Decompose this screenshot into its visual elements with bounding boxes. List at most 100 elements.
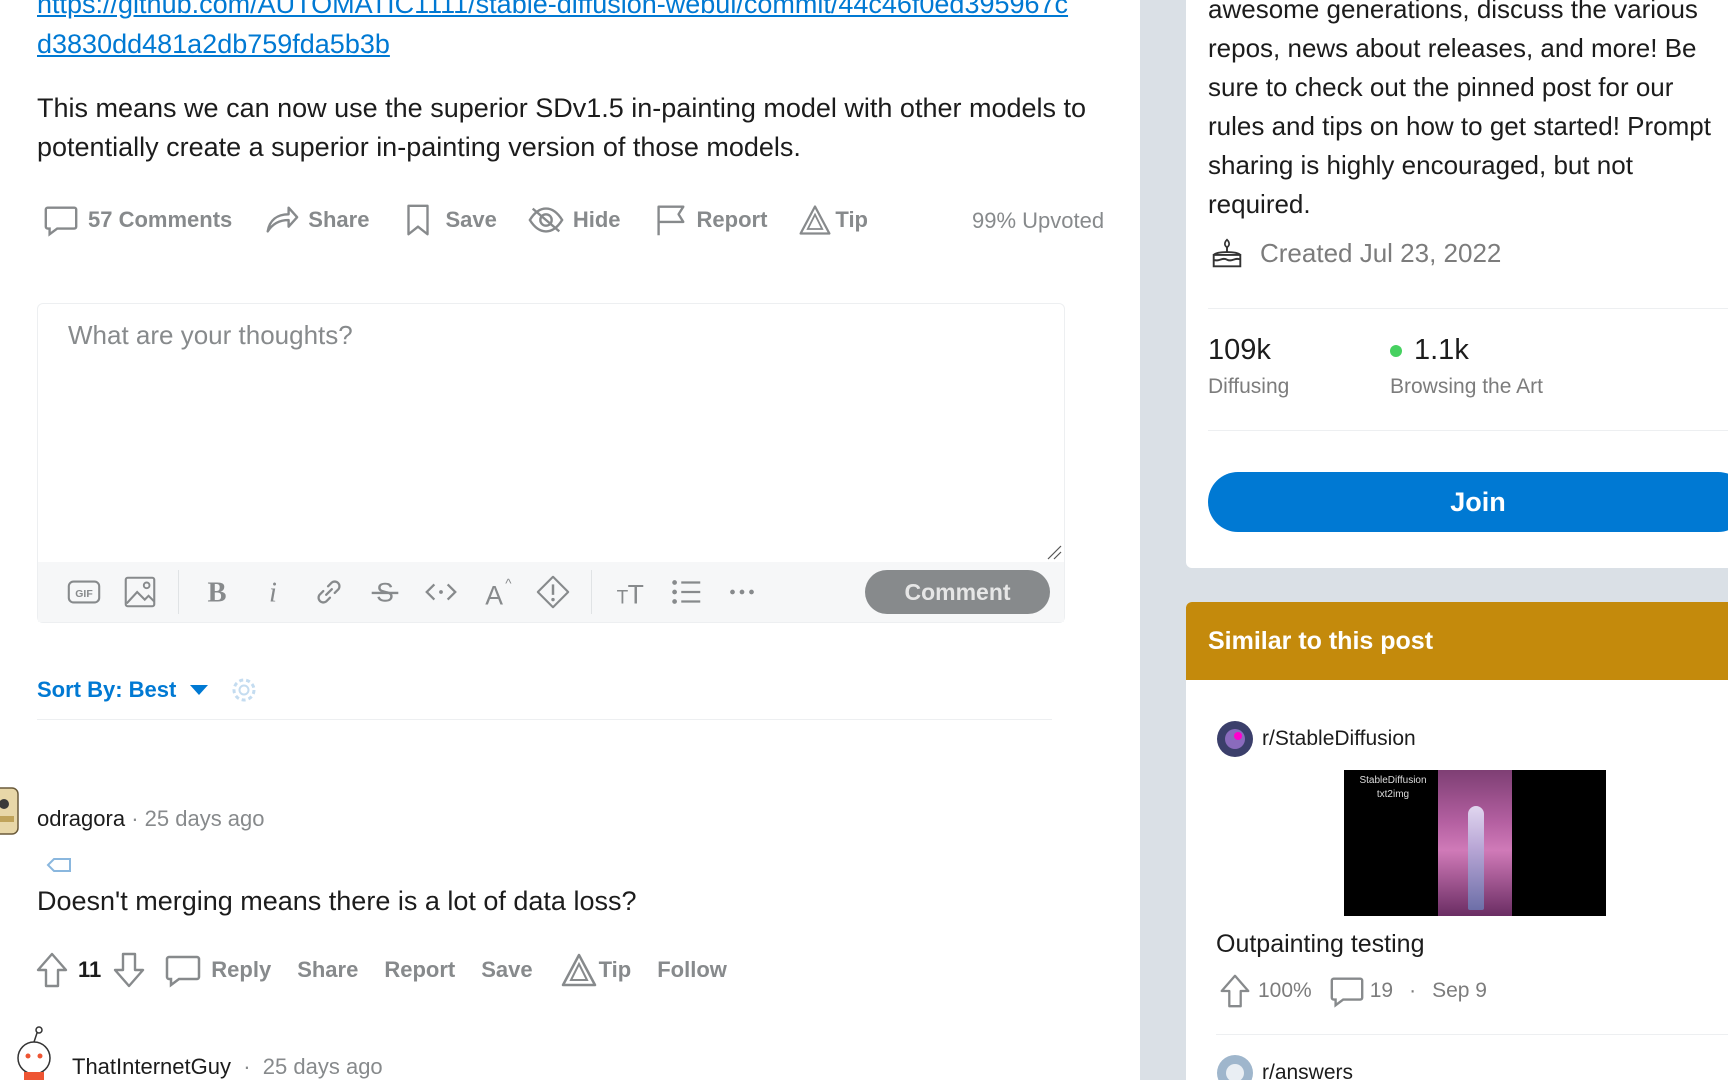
comments-button[interactable]: 57 Comments [42,201,232,239]
report-button[interactable]: Report [651,201,768,239]
spoiler-alert-icon [536,575,570,609]
hide-label: Hide [572,207,621,232]
tip-triangle-icon [799,205,831,235]
upvote-arrow-icon [1220,974,1250,1008]
link-button[interactable] [301,564,357,620]
snoo-avatar[interactable] [6,1024,62,1080]
comment-submit-button[interactable]: Comment [865,570,1050,614]
more-dots-icon [730,589,754,595]
post-main-column: https://github.com/AUTOMATIC1111/stable-… [0,0,1140,1080]
bold-button[interactable]: B [189,564,245,620]
italic-icon: i [269,578,277,609]
gif-button[interactable]: GIF [56,564,112,620]
inline-code-button[interactable] [413,564,469,620]
svg-text:A: A [485,580,503,610]
tip-button[interactable]: Tip [797,202,868,238]
comment-report-button[interactable]: Report [384,957,455,983]
sort-dropdown[interactable]: Sort By: Best [37,674,260,706]
comment-save-label: Save [481,957,533,982]
comment-score: 11 [78,957,102,982]
flag-icon [656,205,685,236]
reply-label: Reply [211,957,272,982]
tip-triangle-icon [561,953,596,987]
post-action-bar: 57 Comments Share Save Hide Report Tip [42,196,898,244]
sort-label: Sort By: Best [37,677,177,702]
more-options-button[interactable] [714,564,770,620]
members-count: 109k [1208,334,1271,366]
similar-subreddit-link[interactable]: r/StableDiffusion [1216,720,1416,758]
comment-timestamp[interactable]: 25 days ago [145,806,265,832]
comment-share-label: Share [297,957,359,982]
editor-toolbar: GIF B i S A ^ T T Comment [38,562,1064,622]
svg-text:GIF: GIF [75,589,92,600]
comment-textarea[interactable] [38,304,1064,562]
comment-share-button[interactable]: Share [297,957,358,983]
comment-author[interactable]: odragora [37,806,125,832]
similar-header: Similar to this post [1186,602,1728,680]
comment-follow-label: Follow [657,957,727,982]
gif-icon: GIF [67,580,101,604]
user-avatar[interactable] [0,778,22,846]
upvote-arrow-icon[interactable] [32,950,72,990]
toolbar-divider [178,570,179,614]
post-thumbnail[interactable]: StableDiffusion txt2img [1344,770,1606,916]
link-icon [317,580,341,604]
meta-separator: · [125,806,145,831]
subreddit-name: r/StableDiffusion [1262,727,1416,750]
created-date: Created Jul 23, 2022 [1260,237,1502,268]
gear-icon[interactable] [228,674,260,706]
bookmark-icon [407,204,430,236]
comment-tip-button[interactable]: Tip [559,950,631,990]
comment-editor: GIF B i S A^ [37,303,1065,623]
subreddit-icon [1217,1055,1253,1080]
similar-post-title[interactable]: Outpainting testing [1216,930,1424,959]
downvote-arrow-icon[interactable] [109,950,149,990]
similar-post-meta: 100% 19 · Sep 9 [1216,972,1487,1010]
reply-button[interactable]: Reply [163,950,271,990]
italic-button[interactable]: i [245,564,301,620]
spoiler-button[interactable] [525,564,581,620]
comment-bubble-icon [1330,977,1364,1008]
strikethrough-button[interactable]: S [357,564,413,620]
post-link[interactable]: https://github.com/AUTOMATIC1111/stable-… [37,0,1077,64]
bold-icon: B [207,578,226,609]
superscript-button[interactable]: A ^ [469,564,525,620]
svg-text:T: T [628,579,644,609]
comments-count-label: 57 Comments [88,207,233,232]
resize-handle-icon[interactable] [1046,544,1062,560]
subreddit-name: r/answers [1262,1061,1354,1080]
community-about-card: awesome generations, discuss the various… [1186,0,1728,568]
share-label: Share [308,207,370,232]
comment-follow-button[interactable]: Follow [657,957,727,983]
share-icon [266,206,299,233]
image-button[interactable] [112,564,168,620]
strikethrough-icon: S [371,578,399,608]
svg-text:i: i [269,578,277,609]
save-button[interactable]: Save [399,201,497,239]
meta-separator: · [1409,979,1417,1002]
report-label: Report [696,207,768,232]
save-label: Save [445,207,497,232]
comment-meta: odragora · 25 days ago [37,806,265,832]
comment-save-button[interactable]: Save [481,957,532,983]
similar-subreddit-link[interactable]: r/answers [1216,1054,1353,1080]
comment-timestamp[interactable]: 25 days ago [263,1054,383,1079]
community-description: awesome generations, discuss the various… [1208,0,1711,219]
stats-divider [1208,430,1728,431]
bulleted-list-button[interactable] [658,564,714,620]
cake-icon [1212,238,1242,268]
share-button[interactable]: Share [262,201,369,239]
comment-report-label: Report [384,957,456,982]
svg-text:^: ^ [505,576,512,591]
heading-button[interactable]: TT [602,564,658,620]
similar-comment-count: 19 [1369,979,1394,1002]
meta-separator: · [237,1054,257,1079]
hide-button[interactable]: Hide [527,201,621,239]
members-stat: 109k Diffusing [1208,334,1289,399]
join-button[interactable]: Join [1208,472,1728,532]
thumbnail-caption: StableDiffusion txt2img [1359,775,1427,800]
similar-upvote-ratio: 100% [1258,979,1312,1002]
comment-author[interactable]: ThatInternetGuy [72,1054,231,1079]
online-label: Browsing the Art [1390,375,1543,398]
bulleted-list-icon [672,580,701,604]
